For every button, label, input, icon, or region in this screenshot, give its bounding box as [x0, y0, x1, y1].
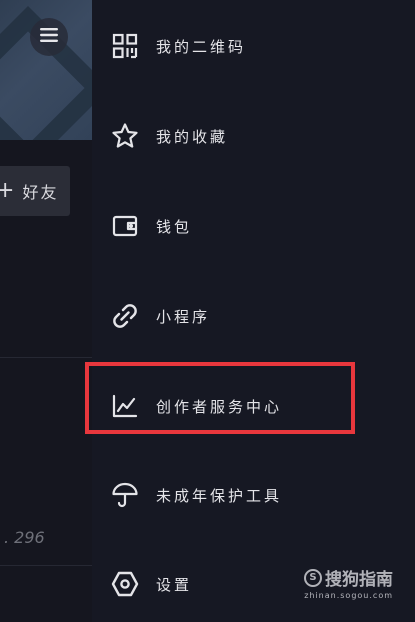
star-icon [110, 121, 140, 151]
menu-item-favorites[interactable]: 我的收藏 [110, 116, 228, 156]
hexagon-settings-icon [110, 569, 140, 599]
menu-item-label: 我的二维码 [156, 37, 247, 56]
wallet-icon [110, 211, 140, 241]
add-friend-label: 好友 [22, 183, 59, 202]
menu-item-label: 设置 [156, 575, 193, 594]
menu-item-mini-programs[interactable]: 小程序 [110, 296, 210, 336]
partial-count: . 296 [4, 528, 45, 547]
menu-item-minor-protection-tools[interactable]: 未成年保护工具 [110, 475, 282, 515]
hamburger-menu-button[interactable] [30, 18, 68, 56]
watermark-url: zhinan.sogou.com [304, 591, 393, 600]
menu-item-label: 我的收藏 [156, 127, 229, 146]
menu-item-label: 创作者服务中心 [156, 397, 283, 416]
menu-item-creator-service-center[interactable]: 创作者服务中心 [110, 386, 282, 426]
menu-item-label: 小程序 [156, 307, 211, 326]
chart-line-icon [110, 391, 140, 421]
divider [0, 357, 92, 358]
menu-item-label: 未成年保护工具 [156, 486, 283, 505]
menu-item-qr-code[interactable]: 我的二维码 [110, 26, 246, 66]
hamburger-icon [39, 27, 59, 47]
add-friend-button[interactable]: + 好友 [0, 166, 70, 216]
umbrella-icon [110, 480, 140, 510]
menu-item-wallet[interactable]: 钱包 [110, 206, 192, 246]
qr-code-icon [110, 31, 140, 61]
menu-item-settings[interactable]: 设置 [110, 564, 192, 604]
screen: + 好友 . 296 我的二维码 我的收藏 钱包 小程序 创作者服务中心 未成年… [0, 0, 415, 622]
plus-icon: + [0, 178, 17, 203]
profile-banner [0, 0, 92, 140]
divider [0, 565, 92, 566]
sogou-logo-icon: S [304, 568, 322, 587]
side-drawer-menu: 我的二维码 我的收藏 钱包 小程序 创作者服务中心 未成年保护工具 设置 S 搜… [92, 0, 415, 622]
link-icon [110, 301, 140, 331]
profile-page-background: + 好友 . 296 [0, 0, 92, 622]
watermark-brand: 搜狗指南 [325, 570, 393, 590]
watermark: S 搜狗指南 zhinan.sogou.com [304, 565, 393, 600]
menu-item-label: 钱包 [156, 217, 193, 236]
